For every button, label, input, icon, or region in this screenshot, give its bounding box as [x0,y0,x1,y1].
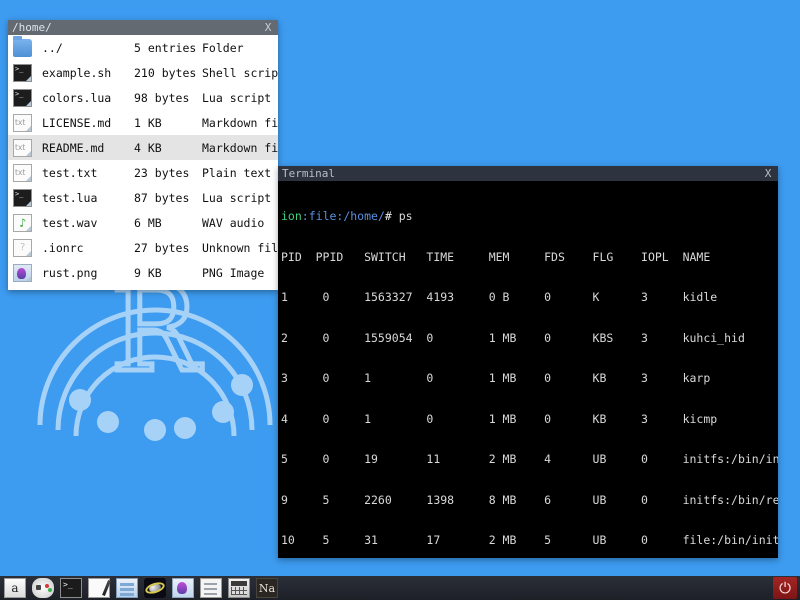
file-size: 1 KB [134,115,162,130]
prompt-symbol: # [384,209,399,223]
file-size: 87 bytes [134,190,190,205]
image-viewer-icon [172,578,194,598]
file-name: test.lua [42,190,98,205]
prompt-user: ion [281,209,302,223]
file-manager-title: /home/ [12,21,52,34]
list-item[interactable]: txt test.txt 23 bytes Plain text file [8,160,278,185]
terminal-row: 2 0 1559054 0 1 MB 0 KBS 3 kuhci_hid [281,330,745,345]
file-name: rust.png [42,265,98,280]
taskbar-item-terminal[interactable] [58,577,84,599]
text-file-icon: txt [12,113,34,133]
file-kind: Folder [202,40,244,55]
desktop-background[interactable]: R /home/ X ../ 5 entries Folder example.… [0,0,800,600]
list-item[interactable]: ../ 5 entries Folder [8,35,278,60]
file-name: LICENSE.md [42,115,112,130]
file-kind: WAV audio [202,215,265,230]
shell-script-icon [12,63,34,83]
file-size: 5 entries [134,40,197,55]
terminal-row: 10 5 31 17 2 MB 5 UB 0 file:/bin/init [281,533,778,547]
terminal-window[interactable]: Terminal X ion:file:/home/# ps PID PPID … [278,166,778,558]
editor-pencil-icon [88,578,111,598]
terminal-header-row: PID PPID SWITCH TIME MEM FDS FLG IOPL NA… [281,249,711,264]
terminal-row: 9 5 2260 1398 8 MB 6 UB 0 initfs:/bin/re… [281,492,778,507]
list-item[interactable]: ♪ test.wav 6 MB WAV audio [8,210,278,235]
gamepad-icon [32,578,54,598]
taskbar[interactable]: a >_ Na ⏻ [0,574,800,600]
file-kind: Lua script [202,190,272,205]
orbital-icon [143,578,167,598]
taskbar-item-notes[interactable] [198,577,224,599]
text-file-icon: txt [12,138,34,158]
unknown-file-icon: ? [12,238,34,258]
taskbar-item-orbital[interactable] [142,577,168,599]
taskbar-item-file-manager[interactable] [114,577,140,599]
terminal-output[interactable]: ion:file:/home/# ps PID PPID SWITCH TIME… [278,181,778,558]
list-item[interactable]: rust.png 9 KB PNG Image [8,260,278,285]
file-list[interactable]: ../ 5 entries Folder example.sh 210 byte… [8,35,278,290]
list-item[interactable]: txt LICENSE.md 1 KB Markdown file [8,110,278,135]
list-item[interactable]: test.lua 87 bytes Lua script [8,185,278,210]
periodic-table-icon: Na [256,578,278,598]
terminal-title: Terminal [282,167,335,180]
terminal-row: 3 0 1 0 1 MB 0 KB 3 karp [281,371,711,385]
list-item[interactable]: colors.lua 98 bytes Lua script [8,85,278,110]
file-size: 9 KB [134,265,162,280]
file-name: test.wav [42,215,98,230]
file-name: README.md [42,140,105,155]
file-name: ../ [42,40,63,55]
text-file-icon: txt [12,163,34,183]
character-map-icon: a [4,578,26,598]
file-manager-window[interactable]: /home/ X ../ 5 entries Folder example.sh… [8,20,278,290]
file-kind: Shell script [202,65,278,80]
terminal-command: ps [398,209,413,223]
terminal-row: 1 0 1563327 4193 0 B 0 K 3 kidle [281,290,718,304]
terminal-titlebar[interactable]: Terminal X [278,166,778,181]
file-kind: Markdown file [202,140,278,155]
image-file-icon [12,263,34,283]
file-name: example.sh [42,65,112,80]
file-size: 27 bytes [134,240,190,255]
file-name: .ionrc [42,240,84,255]
list-item-selected[interactable]: txt README.md 4 KB Markdown file [8,135,278,160]
calculator-icon [228,578,250,598]
taskbar-item-periodic-table[interactable]: Na [254,577,280,599]
terminal-icon [60,578,82,598]
close-icon[interactable]: X [262,20,274,35]
taskbar-item-calculator[interactable] [226,577,252,599]
shell-script-icon [12,188,34,208]
file-kind: Unknown file [202,240,278,255]
file-manager-icon [116,578,138,598]
notes-icon [200,578,222,598]
taskbar-item-image-viewer[interactable] [170,577,196,599]
file-manager-titlebar[interactable]: /home/ X [8,20,278,35]
prompt-separator: : [301,209,309,223]
power-icon: ⏻ [779,579,791,597]
terminal-row: 5 0 19 11 2 MB 4 UB 0 initfs:/bin/init [281,452,778,466]
file-size: 210 bytes [134,65,197,80]
folder-icon [12,35,34,58]
file-kind: Markdown file [202,115,278,130]
redox-logo-watermark: R [37,258,273,441]
taskbar-item-editor[interactable] [86,577,112,599]
file-size: 98 bytes [134,90,190,105]
terminal-prompt-line: ion:file:/home/# ps [281,209,778,224]
file-size: 23 bytes [134,165,190,180]
file-size: 4 KB [134,140,162,155]
power-button[interactable]: ⏻ [773,577,797,599]
terminal-row: 4 0 1 0 1 MB 0 KB 3 kicmp [281,411,718,426]
file-kind: PNG Image [202,265,265,280]
file-name: test.txt [42,165,98,180]
taskbar-item-character-map[interactable]: a [2,577,28,599]
close-icon[interactable]: X [762,166,774,181]
prompt-path: file:/home/ [308,209,385,223]
list-item[interactable]: ? .ionrc 27 bytes Unknown file [8,235,278,260]
shell-script-icon [12,88,34,108]
list-item[interactable]: example.sh 210 bytes Shell script [8,60,278,85]
file-size: 6 MB [134,215,162,230]
audio-file-icon: ♪ [12,213,34,233]
file-kind: Plain text file [202,165,278,180]
taskbar-item-games[interactable] [30,577,56,599]
file-kind: Lua script [202,90,272,105]
file-name: colors.lua [42,90,112,105]
